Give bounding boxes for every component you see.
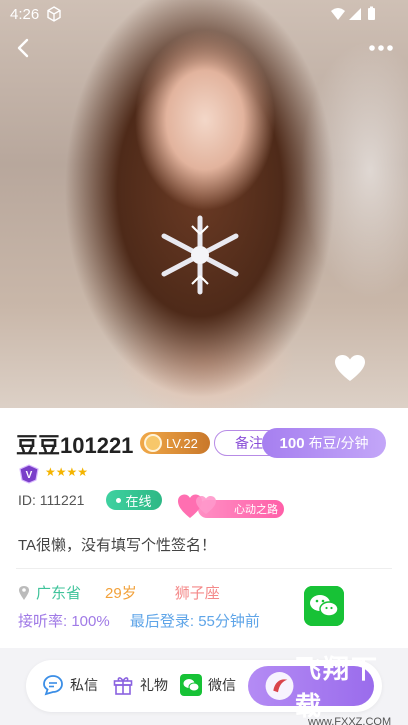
system-icons [331, 6, 375, 20]
wechat-small-icon [180, 674, 202, 696]
action-pill: 私信 礼物 微信 飞翔下载 www.FXXZ.COM [26, 654, 391, 725]
profile-card: 豆豆101221 LV.22 备注 100 布豆/分钟 V ★★★★ ID: 1… [0, 408, 408, 725]
level-text: LV.22 [166, 435, 198, 451]
answer-rate-text: 接听率: 100% [18, 613, 110, 630]
info-row-activity: 接听率: 100% 最后登录: 55分钟前 [18, 610, 260, 631]
note-label: 备注 [235, 435, 263, 451]
double-heart-icon [178, 494, 216, 518]
age-text: 29岁 [105, 585, 137, 602]
photo-light-glow [300, 40, 408, 300]
level-badge: LV.22 [140, 432, 210, 454]
watermark-logo: 飞翔下载 [264, 654, 382, 721]
wifi-icon [331, 8, 345, 20]
message-button[interactable]: 私信 [42, 674, 98, 696]
svg-text:V: V [26, 470, 33, 481]
heart-icon[interactable] [334, 354, 366, 382]
price-amount: 100 [279, 434, 305, 452]
watermark-text: 飞翔下载 [295, 654, 380, 721]
heartbeat-label: 心动之路 [234, 504, 278, 516]
price-pill: 100 布豆/分钟 [262, 428, 386, 458]
online-status-badge: 在线 [106, 490, 162, 510]
signature-text: TA很懒，没有填写个性签名！ [18, 537, 217, 554]
gift-icon [113, 677, 133, 695]
profile-photo [0, 0, 408, 410]
snowflake-prop [161, 215, 239, 295]
level-icon [144, 434, 162, 452]
divider [16, 568, 392, 569]
info-row-location: 广东省 29岁 狮子座 [18, 582, 220, 603]
location-pin-icon [19, 585, 29, 600]
battery-icon [368, 8, 375, 20]
heartbeat-road-badge[interactable]: 心动之路 [176, 490, 286, 520]
zodiac-text: 狮子座 [174, 585, 220, 602]
signal-icon [349, 8, 361, 20]
wechat-icon[interactable] [304, 586, 344, 626]
wechat-button[interactable]: 微信 [180, 674, 236, 696]
star-rating: ★★★★ [45, 465, 89, 479]
status-bar: 4:26 [0, 0, 408, 30]
online-label: 在线 [125, 493, 152, 509]
province-text: 广东省 [36, 585, 82, 602]
watermark-url: www.FXXZ.COM [308, 716, 392, 725]
user-name: 豆豆101221 [16, 433, 134, 458]
last-login-text: 最后登录: 55分钟前 [129, 613, 260, 630]
gift-button[interactable]: 礼物 [112, 674, 168, 696]
back-arrow-icon[interactable] [12, 36, 36, 60]
cube-icon [47, 6, 61, 22]
online-dot [116, 497, 122, 503]
wechat-label: 微信 [208, 677, 236, 693]
vip-badge-icon: V [19, 464, 39, 484]
message-icon [43, 675, 63, 696]
price-unit: 布豆/分钟 [308, 435, 369, 451]
gift-label: 礼物 [140, 677, 168, 693]
more-dots-icon[interactable] [368, 38, 394, 58]
message-label: 私信 [70, 677, 98, 693]
bottom-action-bar: 私信 礼物 微信 飞翔下载 www.FXXZ.COM [0, 648, 408, 725]
status-time: 4:26 [10, 6, 40, 23]
watermark-circle-icon [265, 672, 294, 700]
user-id: ID: 111221 [18, 492, 85, 508]
